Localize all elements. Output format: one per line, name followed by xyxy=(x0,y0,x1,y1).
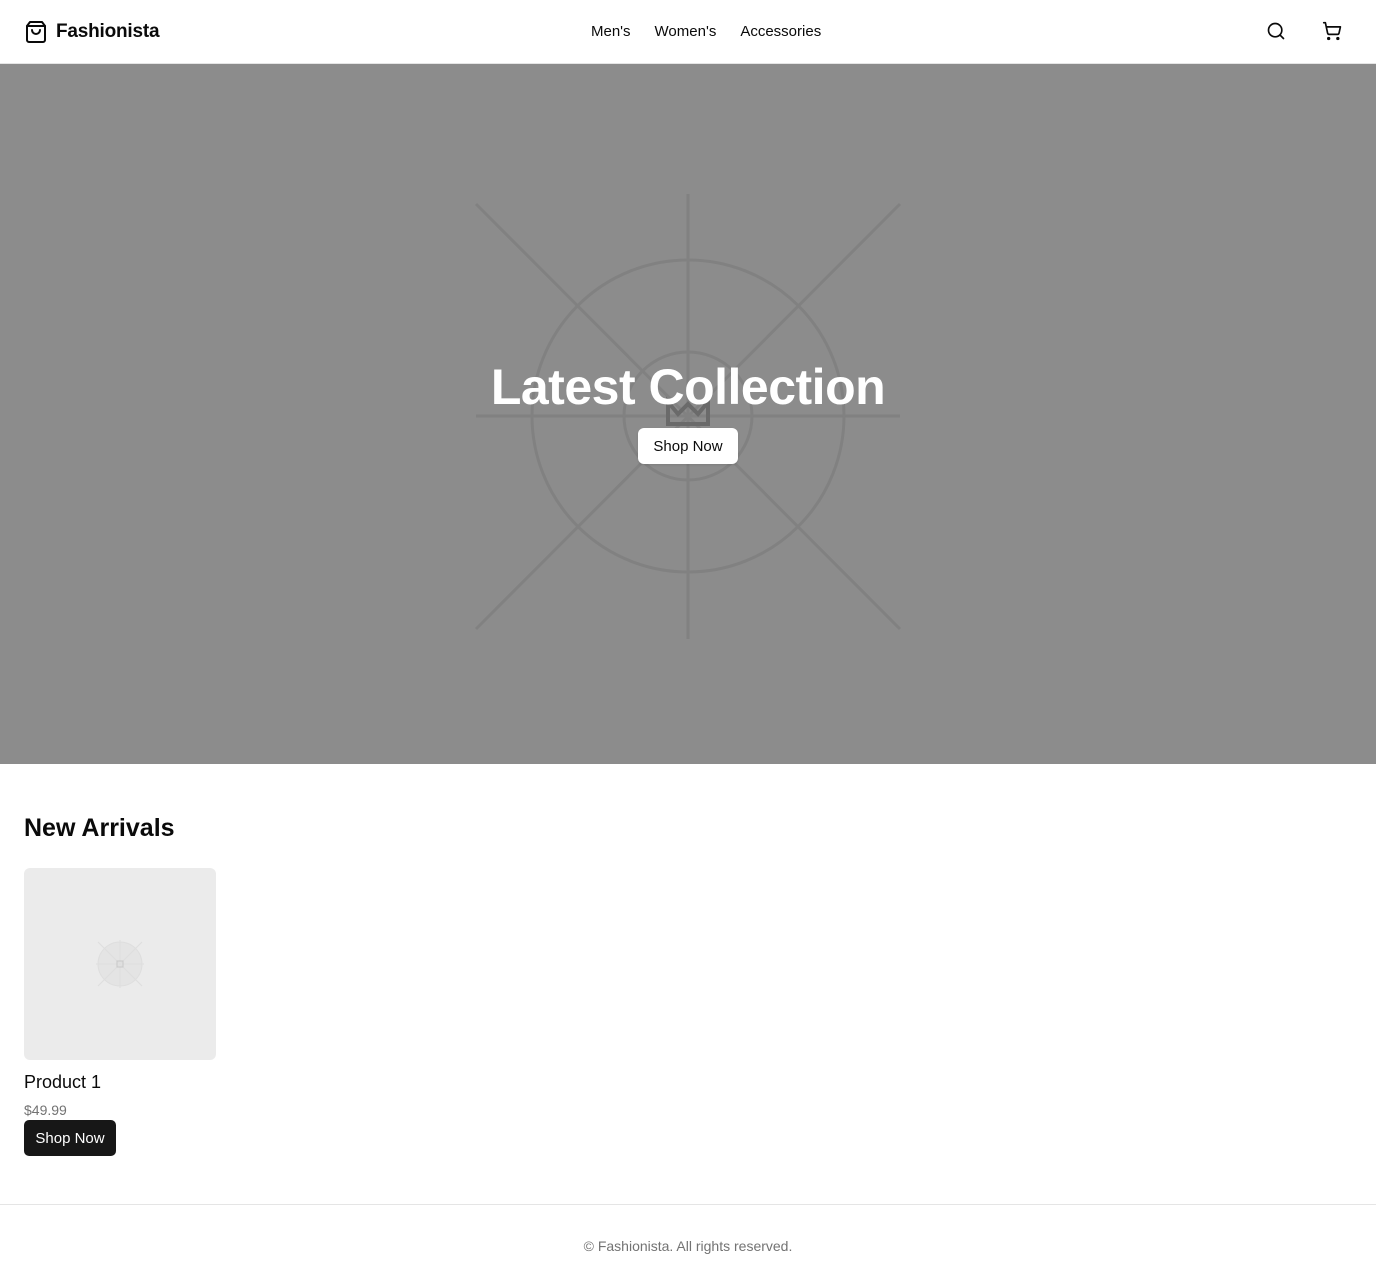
nav-link-accessories[interactable]: Accessories xyxy=(740,22,821,42)
main-nav: Men's Women's Accessories xyxy=(591,22,821,42)
nav-link-mens[interactable]: Men's xyxy=(591,22,631,42)
product-name[interactable]: Product 1 xyxy=(24,1070,101,1094)
search-icon xyxy=(1266,21,1286,44)
product-price: $49.99 xyxy=(24,1102,67,1118)
product-shop-now-button[interactable]: Shop Now xyxy=(24,1120,116,1156)
hero-title: Latest Collection xyxy=(490,359,886,415)
new-arrivals-heading: New Arrivals xyxy=(24,814,175,842)
hero-banner: Latest Collection Shop Now xyxy=(0,64,1376,764)
cart-button[interactable] xyxy=(1316,16,1348,48)
copyright-text: © Fashionista. All rights reserved. xyxy=(583,1238,793,1254)
site-header: Fashionista Men's Women's Accessories xyxy=(0,0,1376,64)
cart-icon xyxy=(1322,21,1342,44)
image-placeholder-icon xyxy=(96,940,144,988)
brand-name: Fashionista xyxy=(56,21,160,42)
shopping-bag-icon xyxy=(24,20,48,44)
brand-logo-link[interactable]: Fashionista xyxy=(24,19,160,45)
nav-link-womens[interactable]: Women's xyxy=(655,22,717,42)
hero-shop-now-button[interactable]: Shop Now xyxy=(638,428,738,464)
site-footer: © Fashionista. All rights reserved. xyxy=(0,1204,1376,1284)
product-image[interactable] xyxy=(24,868,216,1060)
product-card: Product 1 $49.99 Shop Now xyxy=(24,868,216,1158)
search-button[interactable] xyxy=(1260,16,1292,48)
